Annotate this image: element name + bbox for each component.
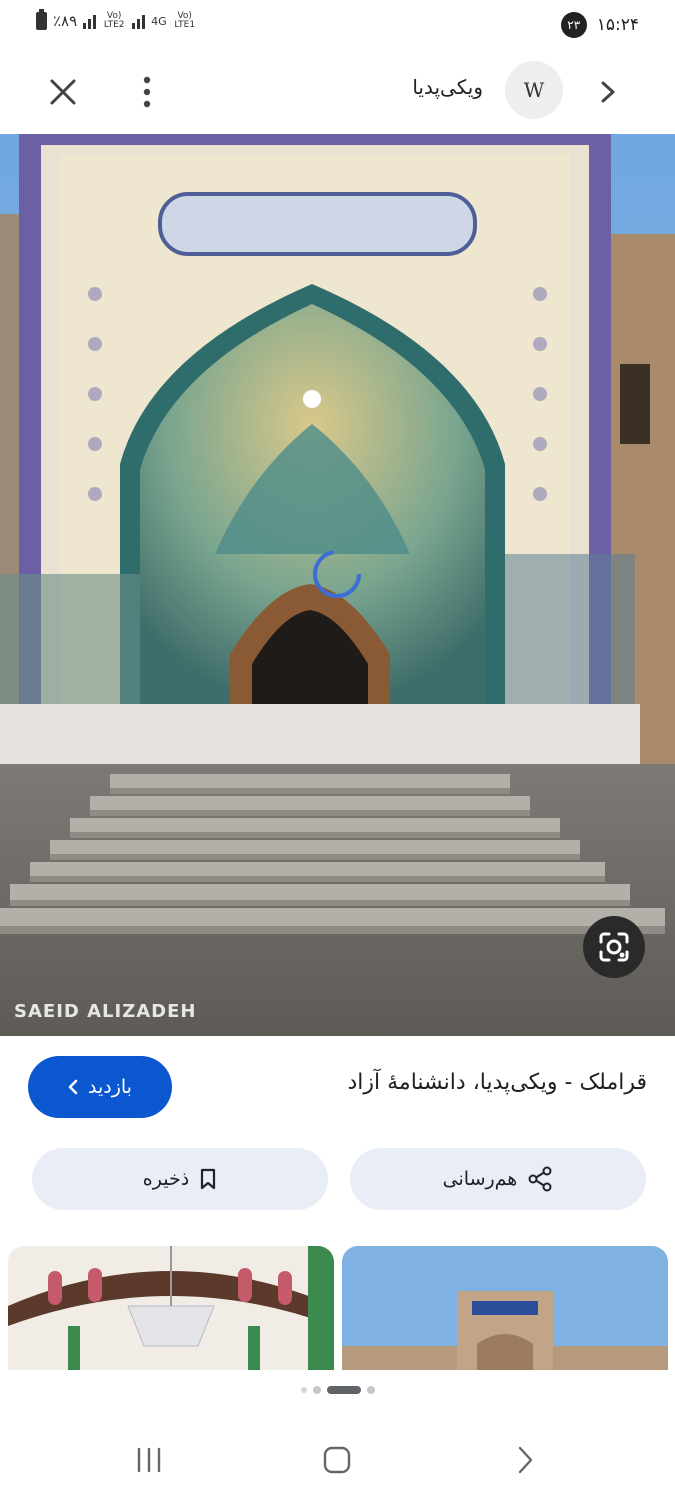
site-title[interactable]: ویکی‌پدیا bbox=[412, 75, 483, 99]
home-button[interactable] bbox=[312, 1440, 362, 1480]
back-button[interactable] bbox=[500, 1440, 550, 1480]
lens-search-button[interactable] bbox=[583, 916, 645, 978]
share-button[interactable]: هم‌رسانی bbox=[350, 1148, 646, 1210]
system-nav-bar bbox=[0, 1420, 675, 1500]
home-icon bbox=[323, 1446, 351, 1474]
share-label: هم‌رسانی bbox=[442, 1168, 518, 1190]
close-icon[interactable] bbox=[40, 69, 86, 115]
chevron-left-icon bbox=[68, 1079, 78, 1095]
save-label: ذخیره bbox=[142, 1168, 190, 1190]
image-watermark: SAEID ALIZADEH bbox=[14, 1001, 197, 1022]
visit-label: بازدید bbox=[88, 1076, 132, 1098]
bookmark-icon bbox=[201, 1168, 216, 1190]
more-options-icon[interactable] bbox=[124, 69, 170, 115]
signal-icon bbox=[132, 13, 146, 29]
status-right: ۲۳ ۱۵:۲۴ bbox=[560, 12, 639, 38]
recents-icon bbox=[137, 1447, 161, 1473]
wikipedia-logo[interactable]: W bbox=[505, 61, 563, 119]
carousel-dot bbox=[366, 1386, 375, 1394]
lens-icon bbox=[599, 932, 629, 962]
signal-icon bbox=[83, 13, 97, 29]
sim1-label: Vo) LTE2 bbox=[103, 11, 125, 30]
clock: ۱۵:۲۴ bbox=[596, 15, 639, 35]
carousel-indicator bbox=[0, 1386, 675, 1394]
share-icon bbox=[528, 1166, 552, 1192]
main-image[interactable]: SAEID ALIZADEH bbox=[0, 134, 675, 1036]
carousel-dot bbox=[312, 1386, 321, 1394]
top-bar: ویکی‌پدیا W bbox=[0, 55, 675, 123]
status-bar: ٪۸۹ Vo) LTE2 4G Vo) LTE1 ۲۳ ۱۵:۲۴ bbox=[0, 0, 675, 50]
chevron-right-icon[interactable] bbox=[585, 69, 631, 115]
status-left: ٪۸۹ Vo) LTE2 4G Vo) LTE1 bbox=[36, 9, 197, 30]
notification-badge: ۲۳ bbox=[560, 12, 587, 38]
chevron-right-icon bbox=[518, 1446, 533, 1474]
mosque-entrance-picture bbox=[0, 134, 675, 1036]
battery-percent: ٪۸۹ bbox=[53, 12, 78, 30]
mosque-exterior-picture bbox=[342, 1246, 668, 1370]
visit-button[interactable]: بازدید bbox=[28, 1056, 172, 1118]
sim2-tech: 4G bbox=[151, 14, 167, 28]
recent-apps-button[interactable] bbox=[124, 1440, 174, 1480]
carousel-dot-active bbox=[326, 1386, 361, 1394]
related-image-thumbnail[interactable] bbox=[8, 1246, 334, 1370]
battery-icon bbox=[36, 9, 47, 30]
mosque-interior-picture bbox=[8, 1246, 334, 1370]
sim2-label: Vo) LTE1 bbox=[174, 11, 196, 30]
carousel-dot bbox=[300, 1387, 307, 1393]
save-button[interactable]: ذخیره bbox=[32, 1148, 328, 1210]
related-image-thumbnail[interactable] bbox=[342, 1246, 668, 1370]
result-title[interactable]: قراملک - ویکی‌پدیا، دانشنامهٔ آزاد bbox=[348, 1070, 648, 1095]
